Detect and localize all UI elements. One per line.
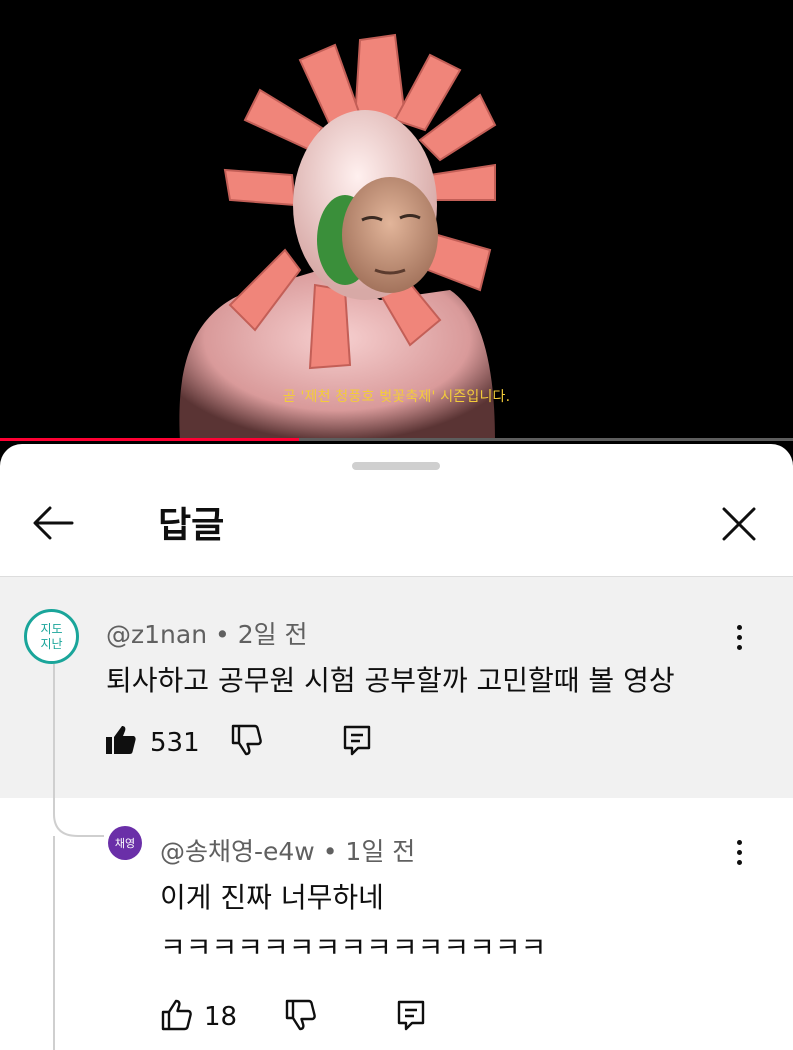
comment-author[interactable]: @z1nan xyxy=(106,620,207,649)
sheet-drag-handle[interactable] xyxy=(352,462,440,470)
sheet-title: 답글 xyxy=(158,505,225,546)
avatar-text-line2: 지난 xyxy=(40,636,63,651)
reply-author[interactable]: @송채영-e4w xyxy=(160,837,315,866)
reply-text-line1: 이게 진짜 너무하네 xyxy=(160,881,384,914)
video-progress-bar[interactable] xyxy=(0,438,793,441)
arrow-left-icon xyxy=(33,506,74,540)
meta-separator: • xyxy=(322,837,346,866)
video-player[interactable]: 곧 '제천 청풍호 벚꽃축제' 시즌입니다. xyxy=(0,0,793,441)
comment-menu-button[interactable] xyxy=(724,617,754,657)
more-vertical-icon-dot xyxy=(736,849,742,855)
reply-button[interactable] xyxy=(340,723,374,761)
dislike-button[interactable] xyxy=(230,723,264,761)
reply-avatar-text: 채영 xyxy=(114,837,136,850)
close-button[interactable] xyxy=(716,501,762,547)
close-icon xyxy=(722,507,756,541)
reply-meta: @송채영-e4w • 1일 전 xyxy=(160,832,415,868)
back-button[interactable] xyxy=(28,501,78,545)
meta-separator: • xyxy=(215,620,238,649)
comment-text: 퇴사하고 공무원 시험 공부할까 고민할때 볼 영상 xyxy=(106,664,675,697)
reply-like-count: 18 xyxy=(204,1002,238,1032)
video-frame-image xyxy=(179,33,497,441)
reply-dislike-button[interactable] xyxy=(284,998,318,1036)
more-vertical-icon xyxy=(736,839,742,845)
reply-text-line2: ㅋㅋㅋㅋㅋㅋㅋㅋㅋㅋㅋㅋㅋㅋㅋ xyxy=(160,931,547,964)
parent-comment: 지도 지난 @z1nan • 2일 전 퇴사하고 공무원 시험 공부할까 고민할… xyxy=(0,577,793,798)
thumbs-up-icon xyxy=(161,999,192,1031)
thumbs-down-icon xyxy=(231,724,262,756)
reply-menu-button[interactable] xyxy=(724,832,754,872)
avatar-text-line1: 지도 xyxy=(40,621,63,636)
reply-icon xyxy=(397,1000,425,1031)
reply-avatar[interactable]: 채영 xyxy=(108,826,142,860)
replies-sheet: 답글 지도 지난 @z1nan • 2일 전 퇴사하고 공무원 시험 공부할까 … xyxy=(0,444,793,1050)
more-vertical-icon xyxy=(736,624,742,630)
thumbs-down-icon xyxy=(285,999,316,1031)
like-count: 531 xyxy=(150,728,200,758)
video-subtitle: 곧 '제천 청풍호 벚꽃축제' 시즌입니다. xyxy=(282,389,511,405)
reply-time: 1일 전 xyxy=(345,837,416,866)
thread-line xyxy=(53,664,104,1050)
reply-like-button[interactable] xyxy=(160,998,194,1036)
avatar[interactable]: 지도 지난 xyxy=(24,609,79,664)
comment-time: 2일 전 xyxy=(237,620,308,649)
reply-icon xyxy=(343,725,371,756)
reply-reply-button[interactable] xyxy=(394,998,428,1036)
comment-meta: @z1nan • 2일 전 xyxy=(106,615,308,651)
more-vertical-icon-dot xyxy=(736,859,742,865)
video-progress-fill xyxy=(0,438,299,441)
more-vertical-icon-dot xyxy=(736,634,742,640)
more-vertical-icon-dot xyxy=(736,644,742,650)
